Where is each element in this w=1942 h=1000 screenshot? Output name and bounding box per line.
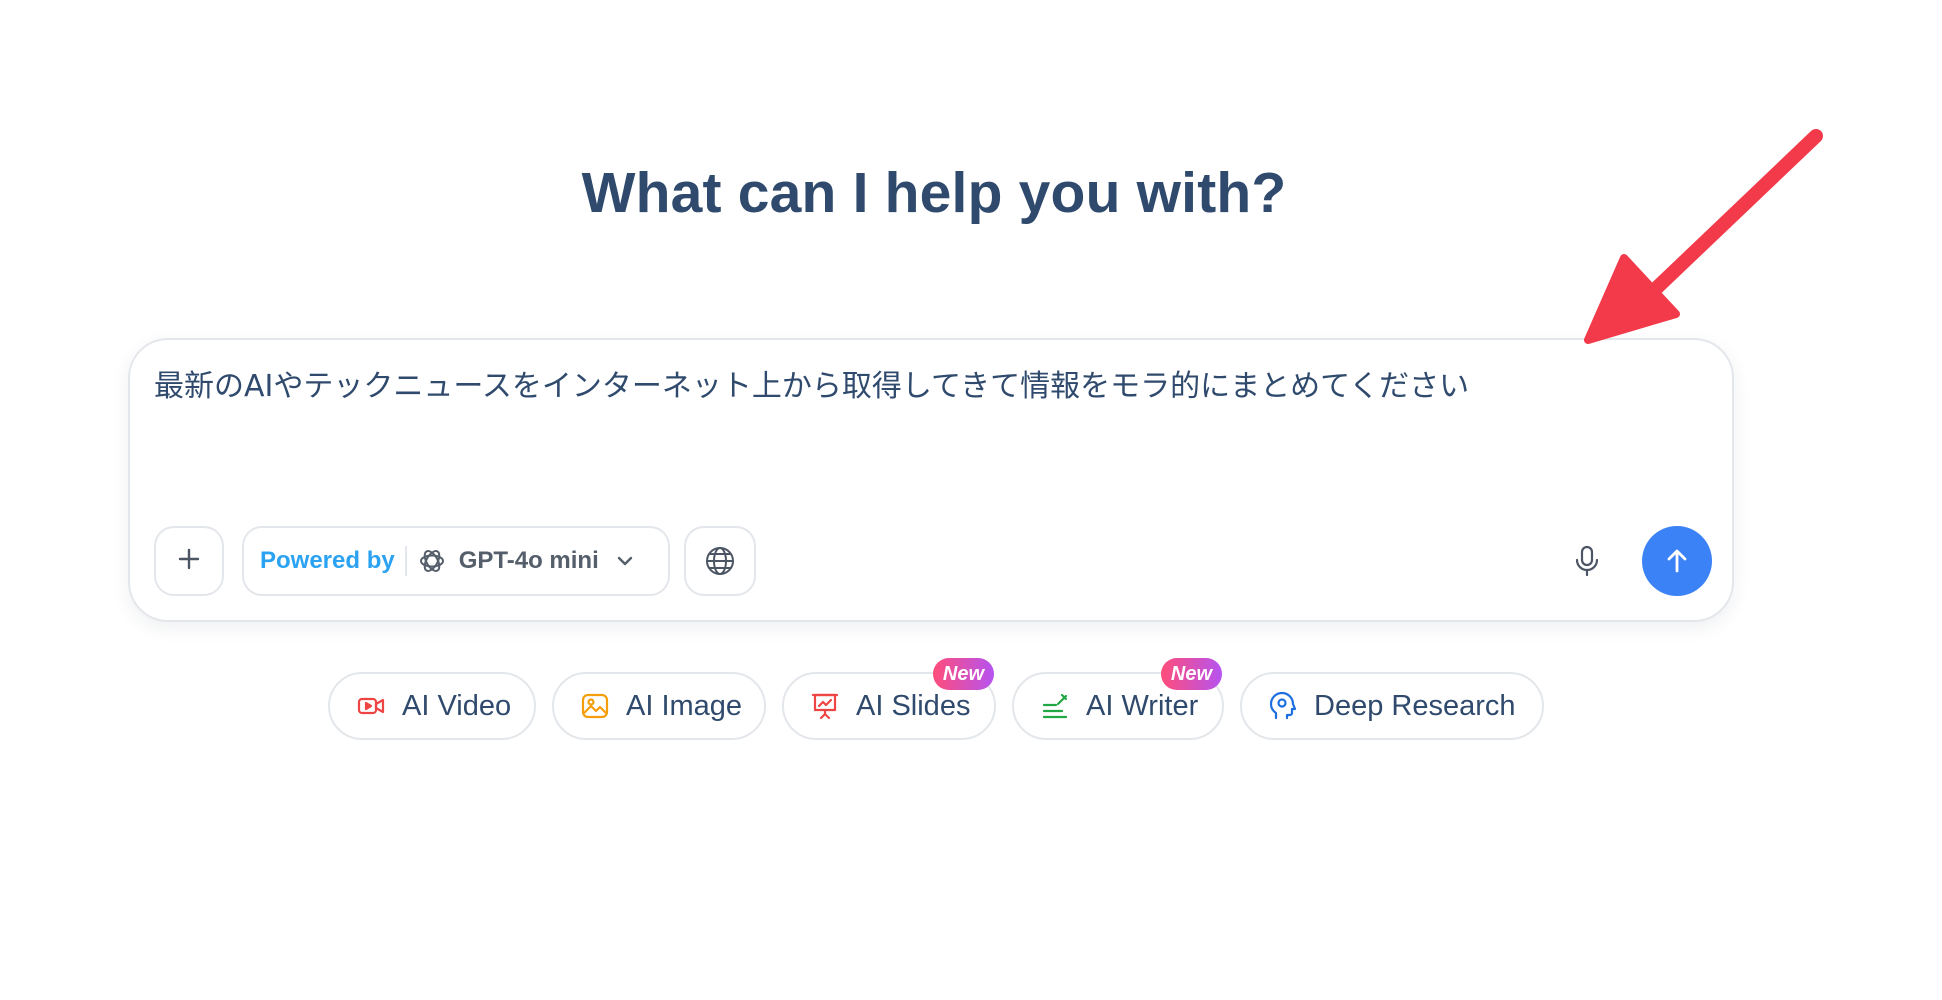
chip-label: AI Slides	[856, 689, 971, 722]
quick-action-ai-video[interactable]: AI Video	[328, 672, 536, 740]
quick-action-ai-slides[interactable]: AI Slides New	[782, 658, 996, 740]
microphone-icon	[1572, 544, 1602, 578]
quick-action-ai-writer[interactable]: AI Writer New	[1012, 658, 1224, 740]
new-badge: New	[1160, 658, 1222, 690]
chip-label: AI Video	[402, 689, 512, 722]
powered-by-label: Powered by	[260, 547, 395, 574]
web-search-toggle[interactable]	[684, 526, 756, 596]
model-name: GPT-4o mini	[458, 547, 599, 574]
video-icon	[356, 691, 386, 721]
chip-label: AI Image	[626, 689, 743, 722]
microphone-button[interactable]	[1562, 536, 1612, 586]
quick-action-deep-research[interactable]: Deep Research	[1240, 672, 1544, 740]
page: What can I help you with? 最新のAIやテックニュースを…	[0, 0, 1942, 1000]
new-badge: New	[932, 658, 994, 690]
openai-logo-icon	[417, 546, 447, 576]
image-icon	[580, 691, 610, 721]
model-selector[interactable]: Powered by GPT-4o mini	[242, 526, 670, 596]
research-icon	[1268, 691, 1298, 721]
prompt-input[interactable]: 最新のAIやテックニュースをインターネット上から取得してきて情報をモラ的にまとめ…	[154, 366, 1694, 408]
plus-icon	[176, 546, 202, 577]
divider	[404, 546, 407, 576]
quick-action-ai-image[interactable]: AI Image	[552, 672, 766, 740]
chat-composer: 最新のAIやテックニュースをインターネット上から取得してきて情報をモラ的にまとめ…	[128, 338, 1734, 622]
page-title: What can I help you with?	[581, 161, 1287, 225]
chip-label: Deep Research	[1314, 689, 1516, 722]
chevron-down-icon	[615, 551, 635, 571]
globe-icon	[704, 545, 736, 577]
chip-label: AI Writer	[1086, 689, 1199, 722]
send-button[interactable]	[1642, 526, 1712, 596]
writer-icon	[1040, 691, 1070, 721]
arrow-up-icon	[1663, 547, 1691, 575]
presentation-icon	[810, 691, 840, 721]
add-attachment-button[interactable]	[154, 526, 224, 596]
